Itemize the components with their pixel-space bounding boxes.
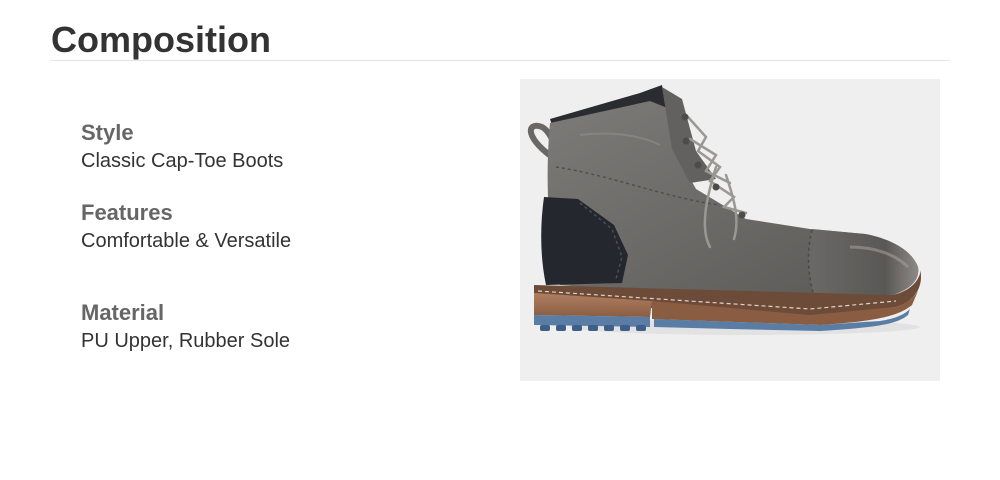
spec-material: Material PU Upper, Rubber Sole xyxy=(81,299,290,355)
boot-image xyxy=(527,85,921,335)
spec-value: Comfortable & Versatile xyxy=(81,230,292,252)
page-title: Composition xyxy=(51,19,271,60)
spec-style: Style Classic Cap-Toe Boots xyxy=(81,119,283,175)
spec-features: Features Comfortable & Versatile xyxy=(81,199,291,255)
title-divider xyxy=(50,60,950,61)
product-photo xyxy=(520,79,940,381)
spec-value: PU Upper, Rubber Sole xyxy=(81,330,291,352)
cap-toe xyxy=(808,229,919,303)
spec-label: Features xyxy=(81,200,173,225)
spec-label: Style xyxy=(81,120,134,145)
spec-value: Classic Cap-Toe Boots xyxy=(81,150,284,172)
spec-label: Material xyxy=(81,300,165,325)
